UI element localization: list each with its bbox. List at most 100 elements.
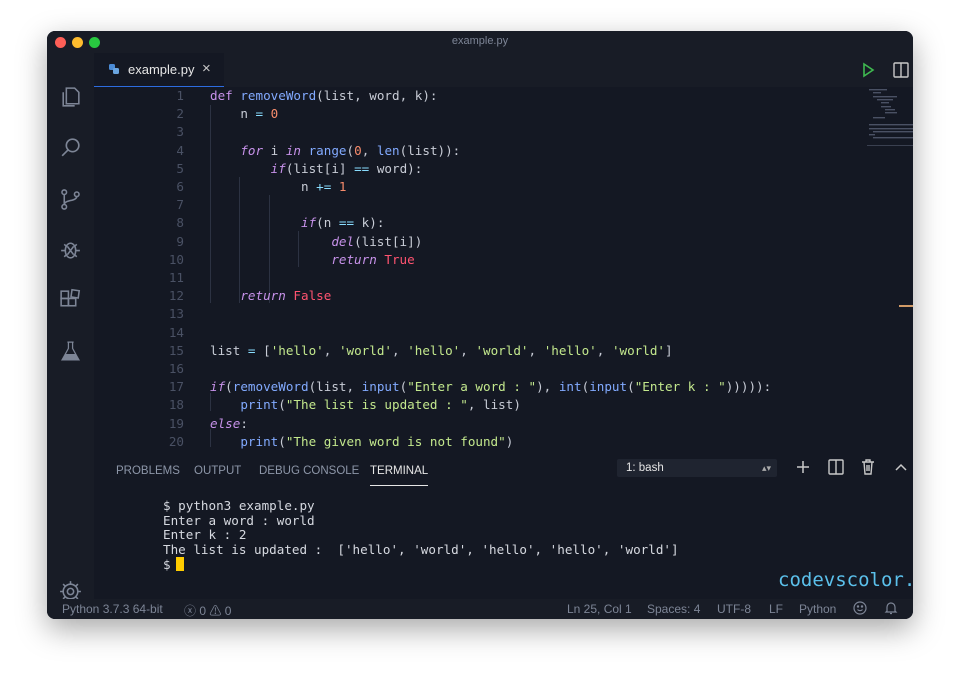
- language-mode[interactable]: Python: [799, 602, 836, 616]
- code-token: def: [210, 88, 241, 103]
- line-number: 6: [176, 179, 184, 194]
- new-terminal-icon[interactable]: [794, 458, 812, 476]
- line-number: 7: [176, 197, 184, 213]
- code-token: (list, word, k):: [316, 88, 438, 103]
- split-editor-icon[interactable]: [892, 61, 910, 79]
- extensions-icon[interactable]: [58, 287, 83, 312]
- split-terminal-icon[interactable]: [827, 458, 845, 476]
- line-number: 16: [168, 361, 184, 376]
- code-token: ,: [323, 342, 339, 358]
- code-editor[interactable]: 1 def removeWord(list, word, k): 2 n = 034…: [94, 87, 854, 461]
- error-icon: ⓧ: [184, 604, 197, 618]
- source-control-icon[interactable]: [58, 187, 83, 212]
- code-token: (: [346, 142, 355, 158]
- code-token: (n: [316, 215, 339, 231]
- line-number: 13: [168, 306, 184, 322]
- line-number: 1: [176, 88, 184, 103]
- code-token: ==: [354, 160, 377, 176]
- watermark: codevscolor.co: [778, 569, 913, 591]
- line-number: 19: [168, 415, 184, 431]
- terminal-select-value: 1: bash: [626, 462, 664, 474]
- indentation[interactable]: Spaces: 4: [647, 602, 700, 616]
- flask-icon[interactable]: [58, 339, 83, 364]
- code-token: ,: [460, 342, 476, 358]
- panel-tab-debug-console[interactable]: DEBUG CONSOLE: [259, 461, 359, 485]
- code-token: True: [384, 251, 415, 267]
- editor-tab-bar: example.py ×: [94, 53, 913, 87]
- code-token: ): [505, 433, 514, 449]
- code-text: list = ['hello', 'world', 'hello', 'worl…: [210, 342, 673, 360]
- code-token: i: [263, 142, 286, 158]
- code-token: removeWord: [240, 88, 317, 103]
- code-token: if: [210, 379, 226, 395]
- indent-guide: [210, 105, 211, 303]
- line-number: 18: [168, 397, 184, 413]
- encoding[interactable]: UTF-8: [717, 602, 751, 616]
- python-interpreter[interactable]: Python 3.7.3 64-bit: [62, 602, 163, 616]
- code-token: +=: [316, 179, 339, 194]
- code-token: "Enter a word : ": [407, 379, 537, 395]
- code-token: ))))):: [725, 379, 772, 395]
- tab-example-py[interactable]: example.py ×: [94, 53, 224, 87]
- code-token: removeWord: [232, 379, 309, 395]
- code-token: n: [210, 106, 256, 122]
- terminal-cursor: [175, 557, 184, 571]
- select-arrows-icon: ▴▾: [761, 463, 771, 473]
- code-token: return: [210, 288, 294, 304]
- problems-status[interactable]: ⓧ 0 ⚠ 0: [184, 602, 231, 619]
- code-token: print: [210, 433, 279, 449]
- code-token: ,: [392, 342, 408, 358]
- terminal-line: $ python3 example.py: [163, 498, 315, 513]
- panel-tab-output[interactable]: OUTPUT: [194, 461, 241, 485]
- code-token: del: [210, 233, 355, 249]
- code-text: if(list[i] == word):: [210, 160, 423, 178]
- warning-count: 0: [224, 604, 232, 618]
- code-token: return: [210, 251, 385, 267]
- minimap[interactable]: [867, 87, 913, 147]
- maximize-panel-icon[interactable]: [892, 458, 910, 476]
- code-token: in: [285, 142, 309, 158]
- feedback-smiley-icon[interactable]: [853, 601, 867, 615]
- code-token: (: [627, 379, 635, 395]
- line-number: 15: [168, 342, 184, 358]
- code-token: print: [210, 397, 279, 413]
- warning-icon: ⚠: [209, 604, 222, 618]
- explorer-icon[interactable]: [58, 85, 83, 110]
- code-token: :: [240, 415, 248, 431]
- code-token: (list[i]): [354, 233, 423, 249]
- window-title: example.py: [451, 35, 509, 47]
- error-count: 0: [199, 604, 207, 618]
- line-number: 12: [168, 288, 184, 304]
- code-token: "Enter k : ": [634, 379, 726, 395]
- code-text: return True: [210, 251, 415, 269]
- panel-tab-terminal[interactable]: TERMINAL: [370, 461, 429, 486]
- line-number: 9: [176, 233, 184, 249]
- debug-icon[interactable]: [58, 237, 83, 262]
- run-icon[interactable]: [859, 61, 877, 79]
- code-text: print("The given word is not found"): [210, 433, 513, 451]
- terminal-prompt-line: $: [163, 557, 679, 572]
- line-number: 3: [176, 124, 184, 140]
- bottom-panel: PROBLEMS OUTPUT DEBUG CONSOLE TERMINAL 1: b…: [94, 458, 913, 599]
- notifications-bell-icon[interactable]: [884, 601, 898, 615]
- terminal-line: Enter a word : world: [163, 512, 315, 528]
- line-number: 14: [168, 324, 184, 340]
- panel-tab-problems[interactable]: PROBLEMS: [116, 461, 180, 485]
- trash-icon[interactable]: [859, 458, 877, 476]
- line-number: 2: [176, 106, 184, 122]
- terminal-line: Enter k : 2: [163, 527, 247, 542]
- tab-close-icon[interactable]: ×: [202, 60, 211, 77]
- code-token: n: [210, 179, 317, 194]
- code-token: if: [210, 160, 286, 176]
- line-ending[interactable]: LF: [769, 602, 783, 616]
- line-number: 20: [168, 433, 184, 449]
- cursor-position[interactable]: Ln 25, Col 1: [567, 602, 632, 616]
- code-token: ,: [528, 342, 544, 358]
- search-icon[interactable]: [58, 135, 83, 160]
- terminal-output[interactable]: $ python3 example.py Enter a word : worl…: [163, 498, 679, 572]
- code-token: word):: [376, 160, 423, 176]
- line-number: 4: [176, 142, 184, 158]
- terminal-select[interactable]: 1: bash ▴▾: [617, 459, 777, 477]
- code-token: 0: [270, 106, 279, 122]
- code-token: False: [293, 288, 332, 304]
